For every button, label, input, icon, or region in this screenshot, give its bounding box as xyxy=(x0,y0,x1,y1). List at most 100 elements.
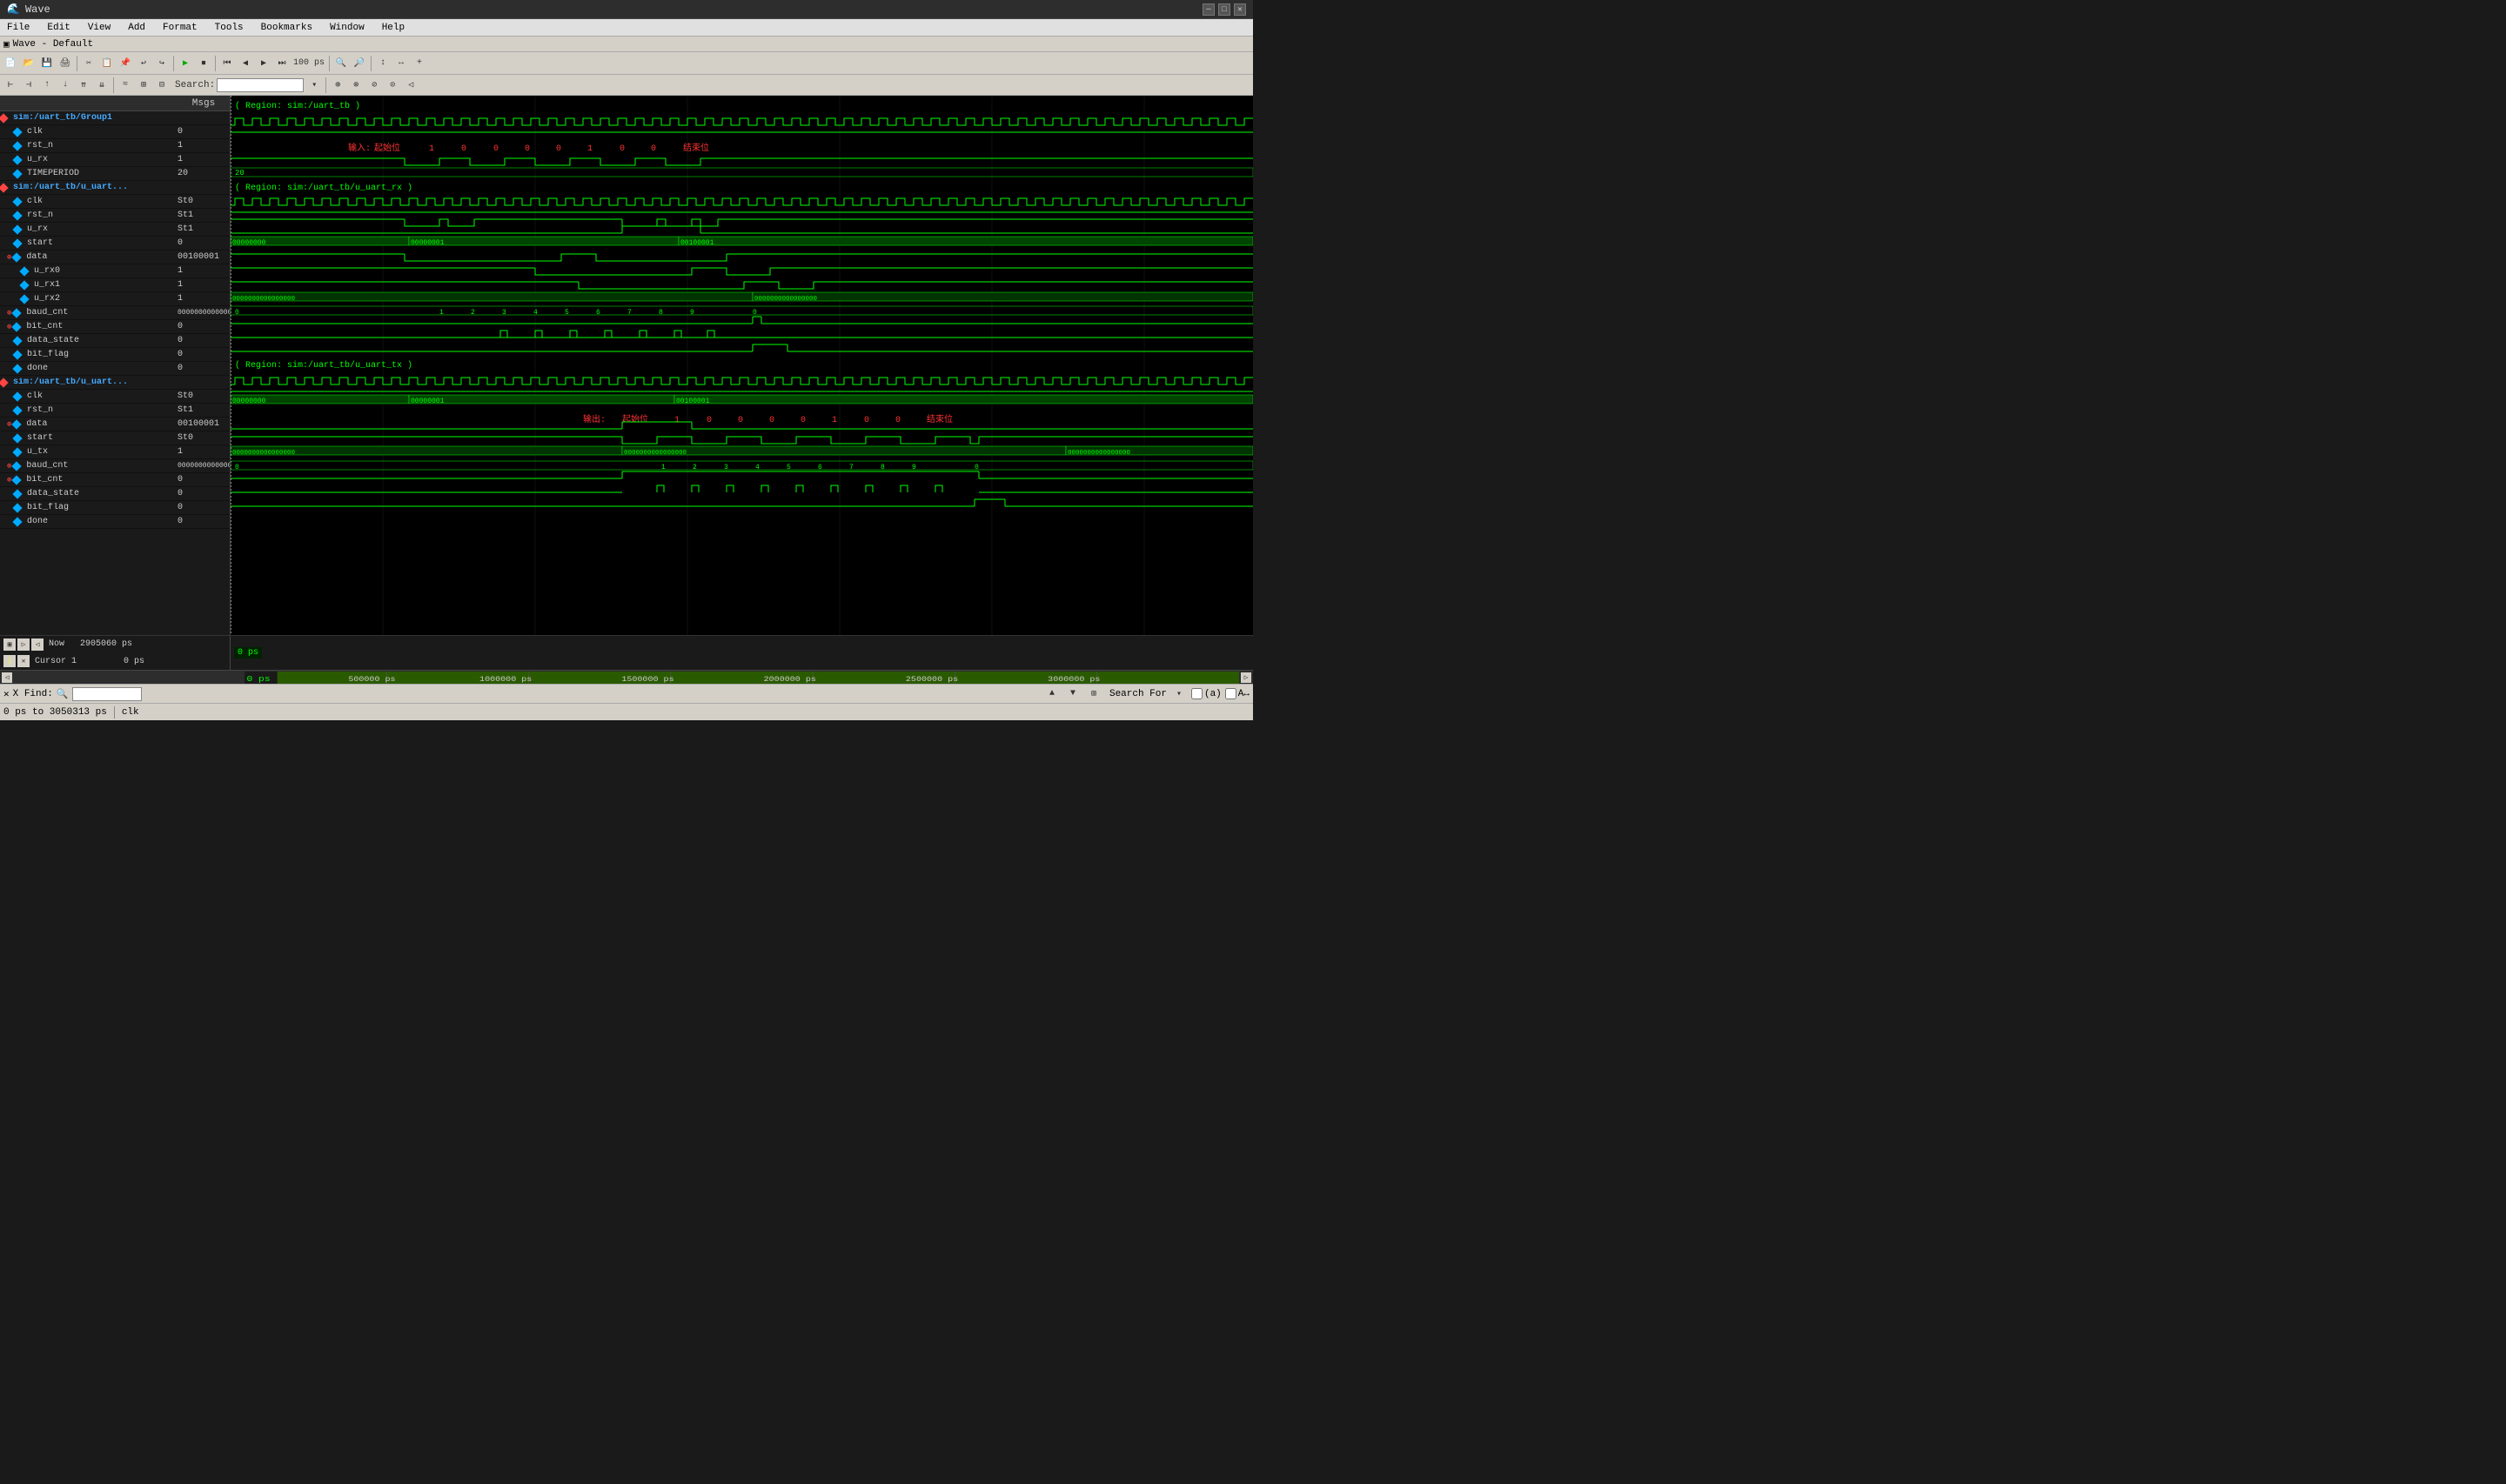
tool-t1[interactable]: ⊢ xyxy=(2,77,19,94)
search-for-dropdown[interactable]: ▾ xyxy=(1170,685,1188,703)
cursor-del[interactable]: ✕ xyxy=(17,655,30,667)
data-row-3[interactable]: ⊕ data 00100001 xyxy=(0,418,230,431)
search-opt-2[interactable]: A↔ xyxy=(1225,688,1250,699)
start-row-3[interactable]: start St0 xyxy=(0,431,230,445)
find-x-btn[interactable]: ✕ xyxy=(3,688,10,700)
data-state-row-2[interactable]: data_state 0 xyxy=(0,334,230,348)
rst-row-1[interactable]: rst_n 1 xyxy=(0,139,230,153)
menu-add[interactable]: Add xyxy=(124,23,149,33)
maximize-button[interactable]: □ xyxy=(1218,3,1230,16)
tool-step-back[interactable]: ◀ xyxy=(237,55,254,72)
cursor-nav-1[interactable]: ▣ xyxy=(3,638,16,651)
bit-cnt-row-3[interactable]: ⊕ bit_cnt 0 xyxy=(0,473,230,487)
tool-t5[interactable]: ⇈ xyxy=(75,77,92,94)
utx-row-3[interactable]: u_tx 1 xyxy=(0,445,230,459)
minimize-button[interactable]: ─ xyxy=(1203,3,1215,16)
group3-header[interactable]: sim:/uart_tb/u_uart... xyxy=(0,376,230,390)
tool-select[interactable]: ↔ xyxy=(392,55,410,72)
urx0-row[interactable]: u_rx0 1 xyxy=(0,264,230,278)
data-state-row-3[interactable]: data_state 0 xyxy=(0,487,230,501)
tool-step-end[interactable]: ⏭ xyxy=(273,55,291,72)
menu-help[interactable]: Help xyxy=(379,23,408,33)
tool-paste[interactable]: 📌 xyxy=(117,55,134,72)
tool-zoom-range[interactable]: ⊙ xyxy=(384,77,401,94)
tool-cursor[interactable]: ↕ xyxy=(374,55,392,72)
cursor-nav-3[interactable]: ◁ xyxy=(31,638,44,651)
menu-view[interactable]: View xyxy=(84,23,114,33)
waveform-display[interactable]: ( Region: sim:/uart_tb ) 输入: 起始位 1 0 0 0… xyxy=(231,96,1253,635)
tool-step-fwd[interactable]: ▶ xyxy=(255,55,272,72)
timeperiod-row[interactable]: TIMEPERIOD 20 xyxy=(0,167,230,181)
title-bar-controls[interactable]: ─ □ ✕ xyxy=(1203,3,1246,16)
cursor-icon[interactable]: | xyxy=(3,655,16,667)
tool-save[interactable]: 💾 xyxy=(38,55,56,72)
tool-redo[interactable]: ↪ xyxy=(153,55,171,72)
tool-restart[interactable]: ⏮ xyxy=(218,55,236,72)
tool-zoom-sel[interactable]: ⊗ xyxy=(347,77,365,94)
tool-zoom-full[interactable]: ⊘ xyxy=(365,77,383,94)
urx-row-1[interactable]: u_rx 1 xyxy=(0,153,230,167)
menu-tools[interactable]: Tools xyxy=(211,23,247,33)
rst-row-2[interactable]: rst_n St1 xyxy=(0,209,230,223)
tool-t4[interactable]: ↓ xyxy=(57,77,74,94)
tool-cut[interactable]: ✂ xyxy=(80,55,97,72)
tool-run[interactable]: ▶ xyxy=(177,55,194,72)
clk-1-name: clk xyxy=(23,127,178,137)
tool-undo[interactable]: ↩ xyxy=(135,55,152,72)
tool-new[interactable]: 📄 xyxy=(2,55,19,72)
menu-file[interactable]: File xyxy=(3,23,33,33)
search-opt-2-check[interactable] xyxy=(1225,688,1236,699)
h-scrollbar[interactable]: ◁ 0 ps 500000 ps 1000000 ps 1500000 ps 2… xyxy=(0,670,1253,684)
tool-copy[interactable]: 📋 xyxy=(98,55,116,72)
bit-flag-row-3[interactable]: bit_flag 0 xyxy=(0,501,230,515)
find-bookmark[interactable]: ⊞ xyxy=(1085,685,1102,703)
tool-t3[interactable]: ↑ xyxy=(38,77,56,94)
tool-wave1[interactable]: ≈ xyxy=(117,77,134,94)
group1-header[interactable]: sim:/uart_tb/Group1 xyxy=(0,111,230,125)
start-row-2[interactable]: start 0 xyxy=(0,237,230,251)
svg-text:1000000 ps: 1000000 ps xyxy=(479,674,532,683)
menu-edit[interactable]: Edit xyxy=(44,23,73,33)
scroll-right-btn[interactable]: ▷ xyxy=(1241,672,1251,683)
urx-row-2[interactable]: u_rx St1 xyxy=(0,223,230,237)
bit-flag-row-2[interactable]: bit_flag 0 xyxy=(0,348,230,362)
close-button[interactable]: ✕ xyxy=(1234,3,1246,16)
tool-zoom-prev[interactable]: ◁ xyxy=(402,77,419,94)
menu-window[interactable]: Window xyxy=(326,23,368,33)
bit-cnt-row-2[interactable]: ⊕ bit_cnt 0 xyxy=(0,320,230,334)
clk-row-3[interactable]: clk St0 xyxy=(0,390,230,404)
tool-open[interactable]: 📂 xyxy=(20,55,37,72)
group2-header[interactable]: sim:/uart_tb/u_uart... xyxy=(0,181,230,195)
clk-row-1[interactable]: clk 0 xyxy=(0,125,230,139)
scroll-left-btn[interactable]: ◁ xyxy=(2,672,12,683)
search-input[interactable] xyxy=(217,78,304,92)
search-opt-1-check[interactable] xyxy=(1191,688,1203,699)
tool-print[interactable]: 🖨 xyxy=(57,55,74,72)
tool-t6[interactable]: ⇊ xyxy=(93,77,111,94)
tool-insert[interactable]: + xyxy=(411,55,428,72)
find-nav-down[interactable]: ▼ xyxy=(1064,685,1082,703)
urx1-row[interactable]: u_rx1 1 xyxy=(0,278,230,292)
urx2-row[interactable]: u_rx2 1 xyxy=(0,292,230,306)
clk-row-2[interactable]: clk St0 xyxy=(0,195,230,209)
tool-zoom-in[interactable]: 🔍 xyxy=(332,55,350,72)
tool-zoom-fit[interactable]: ⊕ xyxy=(329,77,346,94)
find-nav-up[interactable]: ▲ xyxy=(1043,685,1061,703)
menu-format[interactable]: Format xyxy=(159,23,201,33)
tool-zoom-out[interactable]: 🔎 xyxy=(351,55,368,72)
find-input[interactable] xyxy=(72,687,142,701)
data-row-2[interactable]: ⊕ data 00100001 xyxy=(0,251,230,264)
baud-cnt-row-2[interactable]: ⊕ baud_cnt 0000000000000000 xyxy=(0,306,230,320)
search-opt-1[interactable]: (a) xyxy=(1191,688,1222,699)
tool-wave3[interactable]: ⊟ xyxy=(153,77,171,94)
tool-t2[interactable]: ⊣ xyxy=(20,77,37,94)
search-dropdown[interactable]: ▾ xyxy=(305,77,323,94)
rst-row-3[interactable]: rst_n St1 xyxy=(0,404,230,418)
done-row-2[interactable]: done 0 xyxy=(0,362,230,376)
tool-stop[interactable]: ⏹ xyxy=(195,55,212,72)
done-row-3[interactable]: done 0 xyxy=(0,515,230,529)
menu-bookmarks[interactable]: Bookmarks xyxy=(258,23,316,33)
baud-cnt-row-3[interactable]: ⊕ baud_cnt 0000000000000000 xyxy=(0,459,230,473)
cursor-nav-2[interactable]: ▷ xyxy=(17,638,30,651)
tool-wave2[interactable]: ⊞ xyxy=(135,77,152,94)
